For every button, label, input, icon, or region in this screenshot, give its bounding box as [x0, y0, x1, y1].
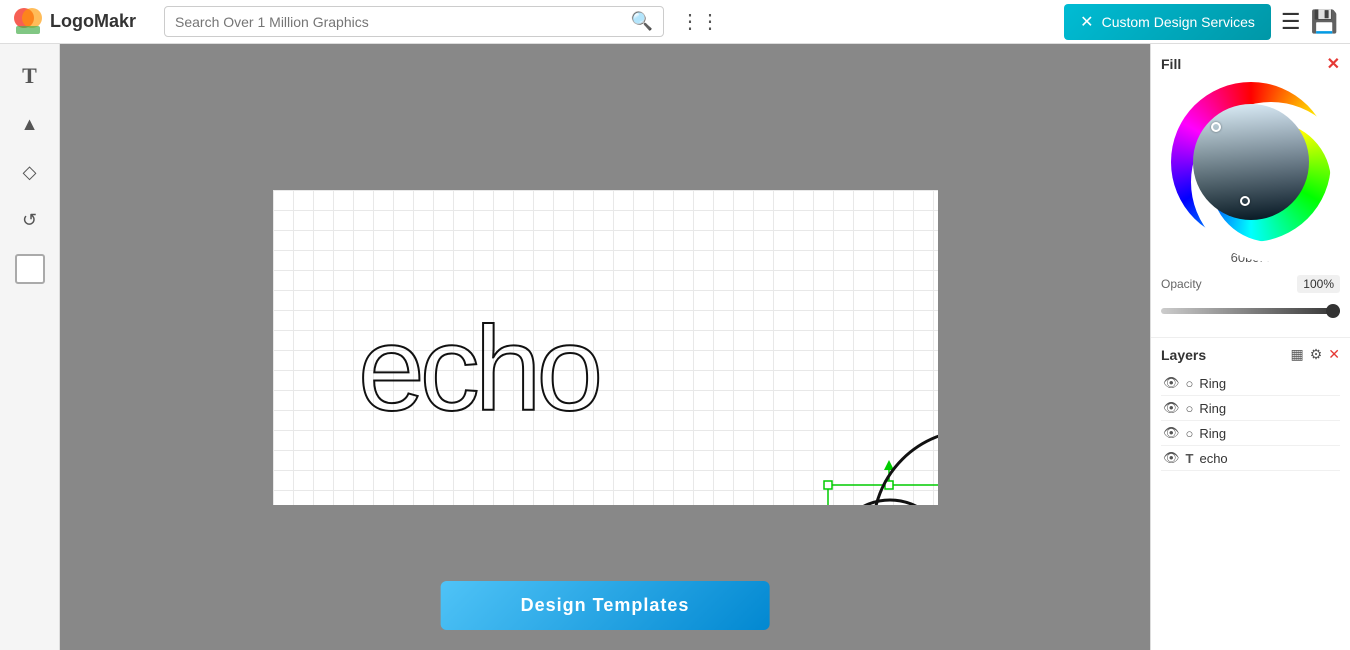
layer-name: Ring: [1199, 426, 1338, 441]
layer-type-icon: ○: [1186, 426, 1194, 441]
layers-label: Layers: [1161, 347, 1206, 363]
design-templates-button[interactable]: Design Templates: [441, 581, 770, 630]
diamond-tool[interactable]: ◇: [8, 150, 52, 194]
fill-panel: Fill ✕ 60b0f4 Opacity 100%: [1151, 44, 1350, 338]
history-tool[interactable]: ↺: [8, 198, 52, 242]
opacity-label: Opacity: [1161, 277, 1202, 291]
opacity-row: Opacity 100%: [1161, 271, 1340, 297]
layer-visibility-icon[interactable]: 👁: [1163, 425, 1180, 441]
layer-type-icon: T: [1186, 451, 1194, 466]
shape-tool[interactable]: ▲: [8, 102, 52, 146]
fill-label: Fill: [1161, 56, 1181, 72]
color-swatch[interactable]: [15, 254, 45, 284]
layer-item[interactable]: 👁 ○ Ring: [1161, 396, 1340, 421]
grid-icon[interactable]: ⋮⋮: [680, 9, 720, 34]
right-panel: Fill ✕ 60b0f4 Opacity 100%: [1150, 44, 1350, 650]
custom-design-button[interactable]: ✕ Custom Design Services: [1064, 4, 1271, 40]
color-picker-cursor-bottom: [1240, 196, 1250, 206]
logo-area: LogoMakr: [12, 6, 152, 38]
layer-name: echo: [1199, 451, 1338, 466]
logo-icon: [12, 6, 44, 38]
header-right: ✕ Custom Design Services ☰ 💾: [1064, 4, 1338, 40]
logo-text: LogoMakr: [50, 11, 136, 32]
save-icon[interactable]: 💾: [1311, 9, 1338, 35]
layer-name: Ring: [1199, 376, 1338, 391]
left-toolbar: T ▲ ◇ ↺: [0, 44, 60, 650]
search-icon[interactable]: 🔍: [631, 11, 653, 32]
text-tool[interactable]: T: [8, 54, 52, 98]
delete-layer-icon[interactable]: ✕: [1328, 346, 1340, 363]
layer-type-icon: ○: [1186, 376, 1194, 391]
design-canvas[interactable]: echo: [273, 190, 938, 505]
layer-item[interactable]: 👁 ○ Ring: [1161, 421, 1340, 446]
layers-header: Layers ▦ ⚙ ✕: [1161, 346, 1340, 363]
custom-design-label: Custom Design Services: [1102, 14, 1255, 30]
layer-type-icon: ○: [1186, 401, 1194, 416]
color-gradient-box[interactable]: [1193, 104, 1309, 220]
main: T ▲ ◇ ↺ echo: [0, 44, 1350, 650]
opacity-slider[interactable]: [1161, 308, 1340, 314]
menu-icon[interactable]: ☰: [1281, 9, 1301, 35]
layers-actions: ▦ ⚙ ✕: [1290, 346, 1340, 363]
layers-panel: Layers ▦ ⚙ ✕ 👁 ○ Ring 👁 ○ Ring 👁 ○ Ring …: [1151, 338, 1350, 650]
layer-item[interactable]: 👁 ○ Ring: [1161, 371, 1340, 396]
header: LogoMakr 🔍 ⋮⋮ ✕ Custom Design Services ☰…: [0, 0, 1350, 44]
opacity-slider-row: [1161, 297, 1340, 327]
fill-close-button[interactable]: ✕: [1327, 54, 1340, 74]
opacity-value: 100%: [1297, 275, 1340, 293]
selected-ring-group: [824, 460, 938, 505]
color-wheel-container[interactable]: [1171, 82, 1331, 242]
svg-text:echo: echo: [358, 302, 598, 436]
layer-visibility-icon[interactable]: 👁: [1163, 375, 1180, 391]
custom-design-icon: ✕: [1080, 12, 1093, 32]
layer-name: Ring: [1199, 401, 1338, 416]
canvas-area: echo: [60, 44, 1150, 650]
color-picker-cursor: [1211, 122, 1221, 132]
fill-title-row: Fill ✕: [1161, 54, 1340, 74]
layer-visibility-icon[interactable]: 👁: [1163, 400, 1180, 416]
layer-list: 👁 ○ Ring 👁 ○ Ring 👁 ○ Ring 👁 T echo: [1161, 371, 1340, 471]
layer-visibility-icon[interactable]: 👁: [1163, 450, 1180, 466]
search-area[interactable]: 🔍: [164, 6, 664, 37]
layer-settings-icon[interactable]: ⚙: [1310, 346, 1323, 363]
search-input[interactable]: [175, 14, 623, 30]
layer-item[interactable]: 👁 T echo: [1161, 446, 1340, 471]
canvas-svg: echo: [273, 190, 938, 505]
add-layer-icon[interactable]: ▦: [1290, 346, 1303, 363]
